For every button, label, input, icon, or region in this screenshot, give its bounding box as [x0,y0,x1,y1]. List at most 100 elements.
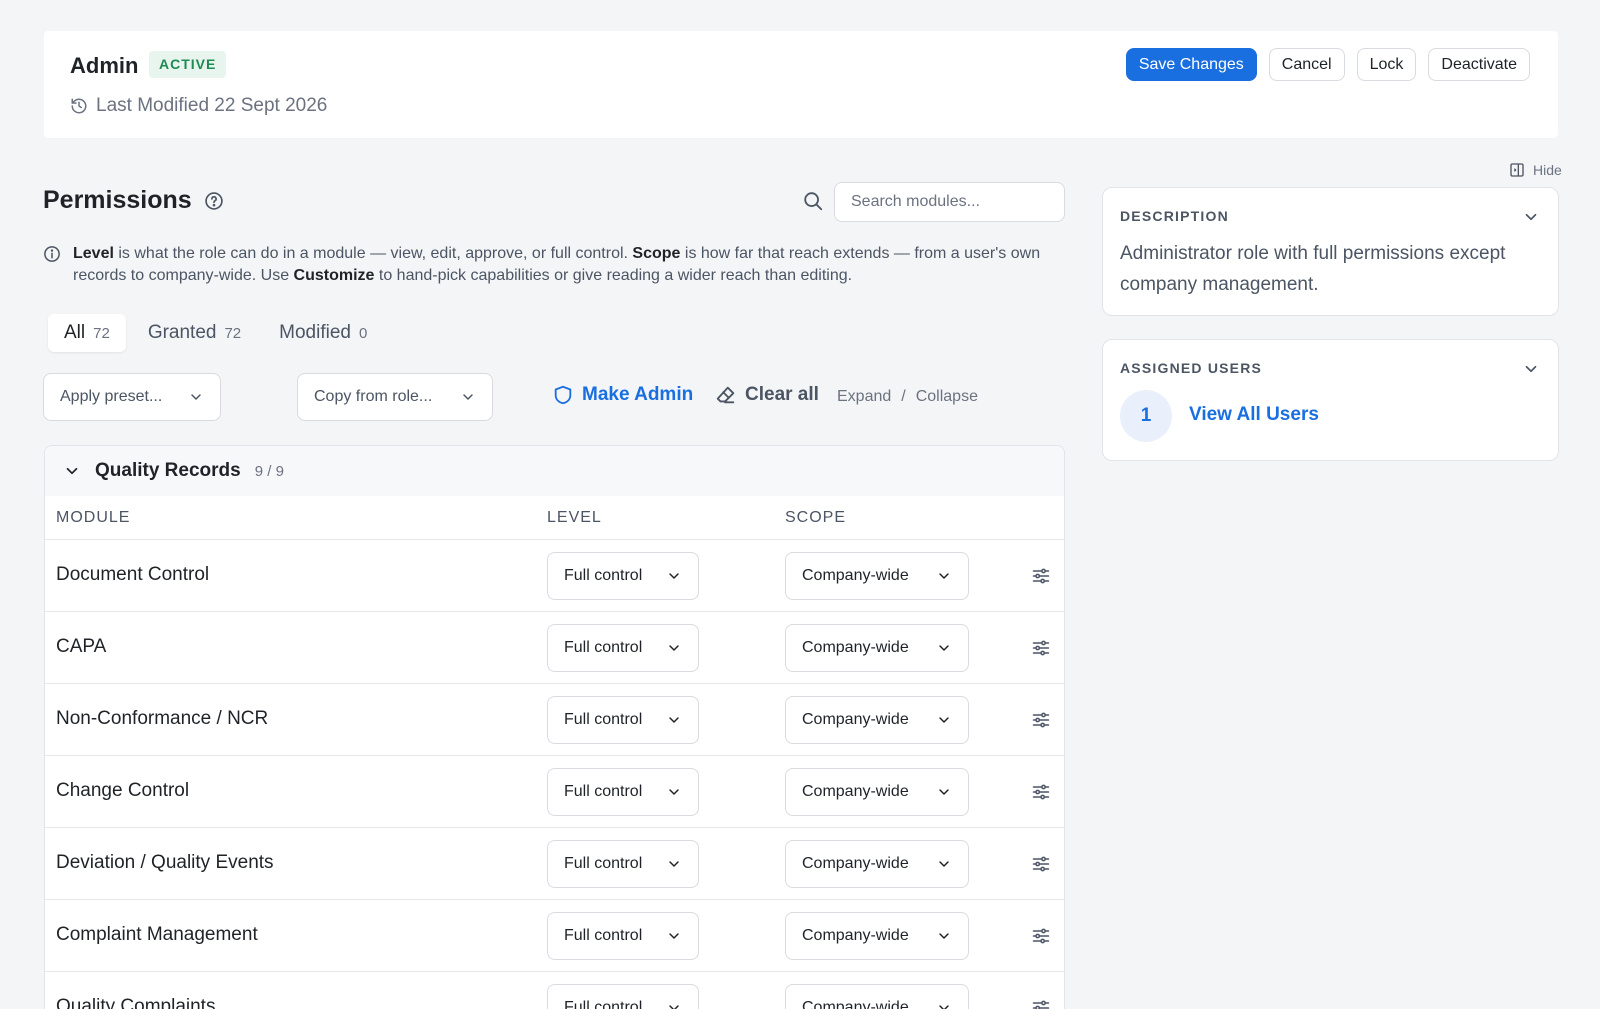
group-count: 9 / 9 [254,462,284,480]
save-changes-button[interactable]: Save Changes [1125,48,1257,81]
chevron-down-icon [936,784,952,800]
cancel-button[interactable]: Cancel [1268,48,1345,81]
tab-all[interactable]: All 72 [48,314,126,352]
chevron-down-icon [936,928,952,944]
role-name: Admin [70,53,139,78]
table-row: CAPA Full control Company-wide [45,612,1064,684]
assigned-users-label: ASSIGNED USERS [1120,360,1263,376]
chevron-down-icon [936,568,952,584]
scope-select[interactable]: Company-wide [785,624,969,672]
scope-select[interactable]: Company-wide [785,912,969,960]
hide-panel-toggle[interactable]: Hide [1509,162,1562,178]
module-name: CAPA [56,636,107,657]
level-select[interactable]: Full control [547,624,699,672]
panel-icon [1509,162,1525,178]
table-row: Document Control Full control Company-wide [45,540,1064,612]
scope-select[interactable]: Company-wide [785,840,969,888]
deactivate-button[interactable]: Deactivate [1428,48,1530,81]
history-icon [70,97,88,115]
chevron-down-icon [666,640,682,656]
chevron-down-icon [936,712,952,728]
chevron-down-icon [188,389,204,405]
description-card: DESCRIPTION Administrator role with full… [1102,187,1559,316]
scope-select[interactable]: Company-wide [785,696,969,744]
shield-icon [552,384,574,406]
module-name: Non-Conformance / NCR [56,708,269,729]
level-select[interactable]: Full control [547,984,699,1009]
group-title: Quality Records [95,460,241,481]
chevron-down-icon [936,640,952,656]
chevron-down-icon[interactable] [63,462,81,480]
info-text: Level is what the role can do in a modul… [73,245,1041,284]
group-header[interactable]: Quality Records 9 / 9 [45,446,1064,496]
module-name: Quality Complaints [56,996,216,1009]
level-select[interactable]: Full control [547,840,699,888]
search-icon [802,190,824,212]
table-row: Change Control Full control Company-wide [45,756,1064,828]
search-modules-input[interactable] [834,182,1065,222]
copy-from-role-select[interactable]: Copy from role... [297,373,493,421]
make-admin-button[interactable]: Make Admin [552,384,693,406]
last-modified-text: Last Modified 22 Sept 2026 [96,95,328,116]
customize-sliders-icon[interactable] [1031,638,1051,658]
user-count-badge: 1 [1120,390,1172,442]
apply-preset-select[interactable]: Apply preset... [43,373,221,421]
chevron-down-icon [666,928,682,944]
scope-select[interactable]: Company-wide [785,768,969,816]
chevron-down-icon[interactable] [1522,208,1540,226]
column-scope: SCOPE [785,509,847,526]
expand-link[interactable]: Expand [837,388,891,406]
module-name: Document Control [56,564,210,585]
role-header: Admin ACTIVE Last Modified 22 Sept 2026 … [44,31,1558,138]
chevron-down-icon [666,568,682,584]
table-row: Complaint Management Full control Company-… [45,900,1064,972]
customize-sliders-icon[interactable] [1031,926,1051,946]
lock-button[interactable]: Lock [1356,48,1417,81]
table-row: Non-Conformance / NCR Full control Company… [45,684,1064,756]
module-name: Change Control [56,780,190,801]
customize-sliders-icon[interactable] [1031,566,1051,586]
status-badge: ACTIVE [149,51,227,78]
table-row: Quality Complaints Full control Company-wi… [45,972,1064,1009]
module-name: Complaint Management [56,924,258,945]
assigned-users-card: ASSIGNED USERS 1 View All Users [1102,339,1559,461]
chevron-down-icon [936,856,952,872]
level-select[interactable]: Full control [547,696,699,744]
description-label: DESCRIPTION [1120,208,1229,224]
separator: / [901,388,906,405]
filter-tabs: All 72 Granted 72 Modified 0 [48,314,389,352]
customize-sliders-icon[interactable] [1031,998,1051,1009]
permissions-heading: Permissions [43,186,224,215]
level-select[interactable]: Full control [547,552,699,600]
chevron-down-icon[interactable] [1522,360,1540,378]
customize-sliders-icon[interactable] [1031,854,1051,874]
clear-all-button[interactable]: Clear all [715,384,819,406]
description-text: Administrator role with full permissions… [1120,243,1506,295]
view-all-users-link[interactable]: View All Users [1189,404,1319,426]
eraser-icon [715,384,737,406]
module-name: Deviation / Quality Events [56,852,274,873]
level-select[interactable]: Full control [547,768,699,816]
customize-sliders-icon[interactable] [1031,710,1051,730]
tab-granted[interactable]: Granted 72 [132,314,257,352]
column-module: MODULE [56,509,131,526]
permissions-info: Level is what the role can do in a modul… [43,243,1063,287]
last-modified: Last Modified 22 Sept 2026 [70,95,327,117]
scope-select[interactable]: Company-wide [785,984,969,1009]
table-row: Deviation / Quality Events Full control Co… [45,828,1064,900]
chevron-down-icon [936,1000,952,1009]
chevron-down-icon [666,856,682,872]
chevron-down-icon [460,389,476,405]
collapse-link[interactable]: Collapse [916,388,978,406]
level-select[interactable]: Full control [547,912,699,960]
customize-sliders-icon[interactable] [1031,782,1051,802]
scope-select[interactable]: Company-wide [785,552,969,600]
chevron-down-icon [666,784,682,800]
column-headers: MODULE LEVEL SCOPE [45,496,1064,540]
tab-modified[interactable]: Modified 0 [263,314,383,352]
chevron-down-icon [666,1000,682,1009]
chevron-down-icon [666,712,682,728]
column-level: LEVEL [547,509,602,526]
info-icon [43,245,61,287]
help-icon[interactable] [204,191,224,211]
